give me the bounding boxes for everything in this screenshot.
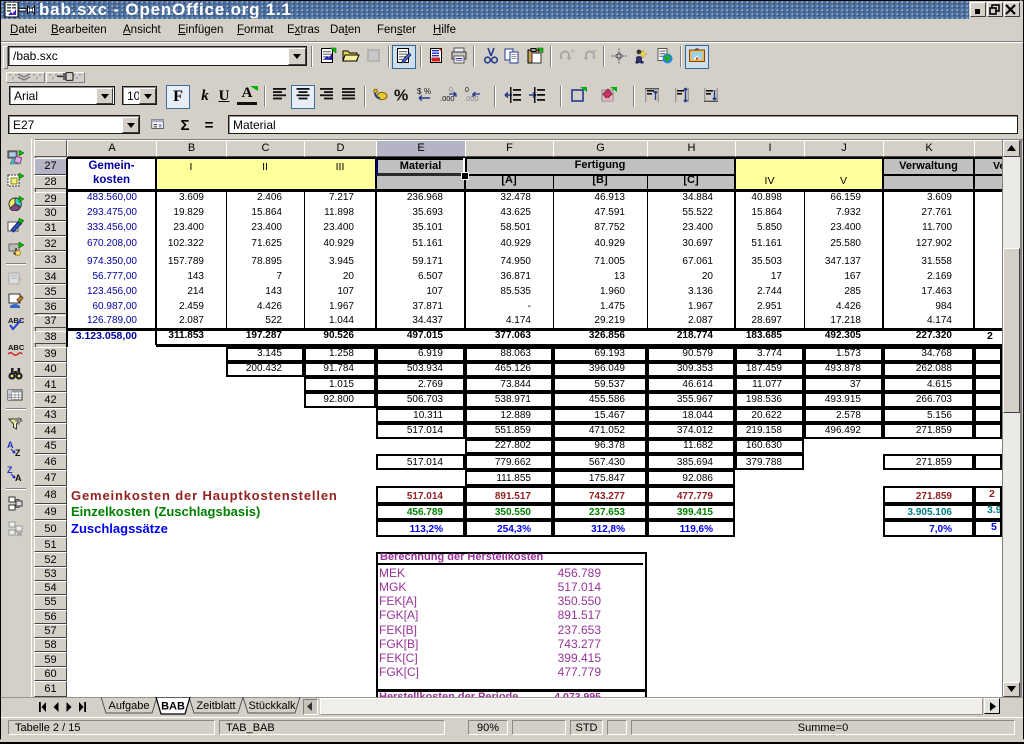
svg-text:$: $ [417,87,422,96]
svg-text:.000: .000 [440,94,455,103]
svg-text:ABC: ABC [8,343,24,352]
svg-text:Stückkalk: Stückkalk [248,700,296,712]
svg-text:Z: Z [15,448,21,457]
svg-text:.000: .000 [464,94,479,103]
svg-text:Aufgabe: Aufgabe [109,700,150,712]
svg-text:%: % [394,88,408,105]
svg-text:%: % [424,87,431,96]
svg-text:A: A [7,440,14,450]
svg-text:0: 0 [449,87,453,94]
svg-text:Zeitblatt: Zeitblatt [196,700,235,712]
svg-text:Z: Z [7,465,13,475]
svg-text:BAB: BAB [161,701,185,713]
svg-text:A: A [15,473,22,482]
svg-text:ABC: ABC [8,316,24,325]
svg-text:0: 0 [465,87,469,94]
